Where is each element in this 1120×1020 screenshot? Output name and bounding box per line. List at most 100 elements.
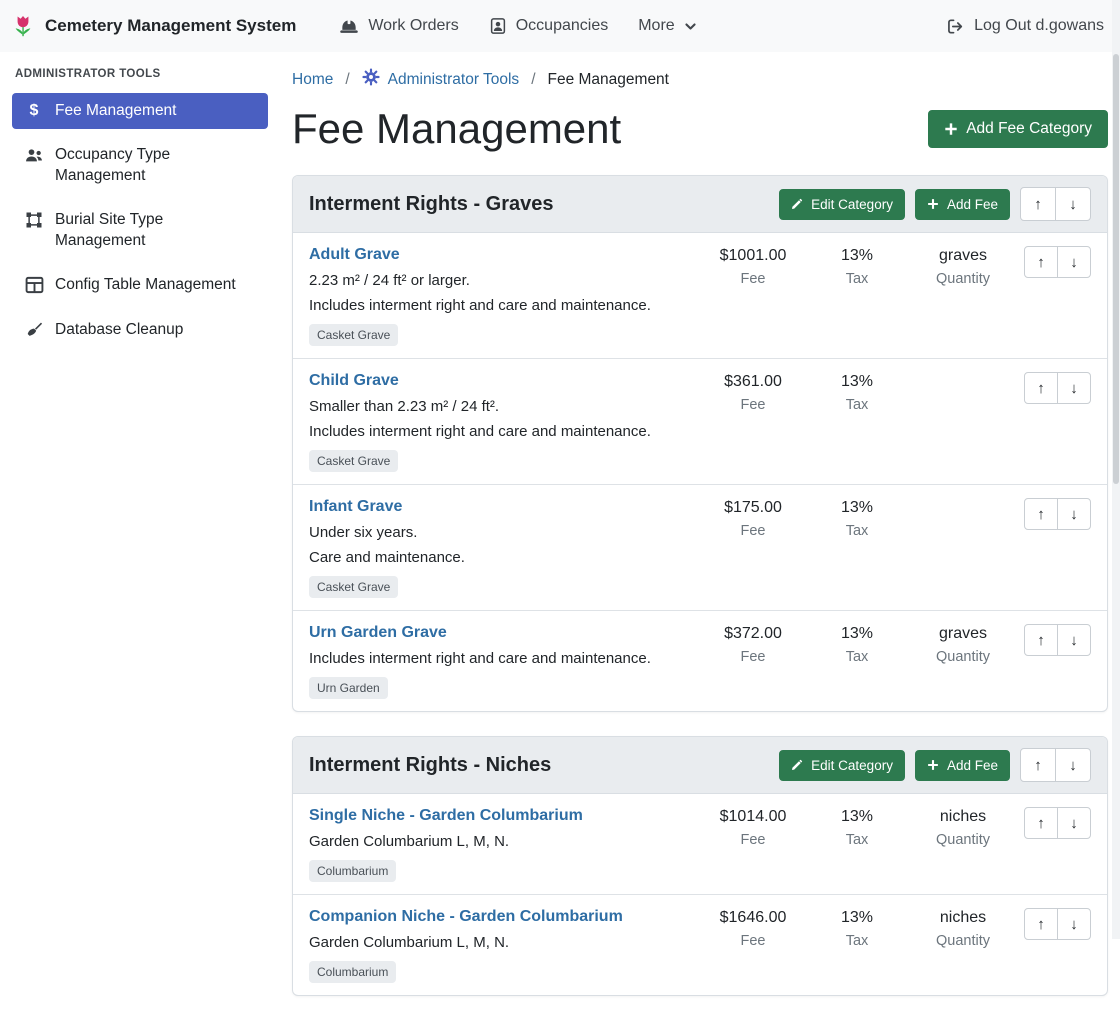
fee-type-badge: Casket Grave bbox=[309, 576, 398, 598]
fee-name-link[interactable]: Companion Niche - Garden Columbarium bbox=[309, 908, 623, 926]
move-category-up-button[interactable]: ↑ bbox=[1020, 748, 1056, 782]
move-fee-down-button[interactable]: ↓ bbox=[1057, 908, 1091, 940]
category-actions: Edit Category Add Fee ↑ ↓ bbox=[779, 187, 1091, 221]
fee-category-card: Interment Rights - Niches Edit Category … bbox=[292, 736, 1108, 996]
fee-amount-column: $1014.00 Fee bbox=[699, 807, 807, 848]
add-fee-button[interactable]: Add Fee bbox=[915, 750, 1010, 781]
arrow-up-icon: ↑ bbox=[1037, 254, 1045, 271]
category-header: Interment Rights - Graves Edit Category … bbox=[293, 176, 1107, 233]
arrow-down-icon: ↓ bbox=[1070, 506, 1078, 523]
add-fee-category-button[interactable]: Add Fee Category bbox=[928, 110, 1108, 148]
fee-description: Includes interment right and care and ma… bbox=[309, 650, 691, 667]
add-fee-label: Add Fee bbox=[947, 197, 998, 212]
move-category-down-button[interactable]: ↓ bbox=[1055, 187, 1091, 221]
edit-category-label: Edit Category bbox=[811, 197, 893, 212]
move-fee-up-button[interactable]: ↑ bbox=[1024, 908, 1058, 940]
edit-category-button[interactable]: Edit Category bbox=[779, 750, 905, 781]
fee-name-link[interactable]: Urn Garden Grave bbox=[309, 624, 447, 642]
breadcrumb-admin-tools-link[interactable]: Administrator Tools bbox=[362, 68, 520, 91]
fee-tax: 13% bbox=[807, 808, 907, 826]
fee-amount: $175.00 bbox=[699, 499, 807, 517]
fee-amount-column: $175.00 Fee bbox=[699, 498, 807, 539]
fee-name-link[interactable]: Single Niche - Garden Columbarium bbox=[309, 807, 583, 825]
fee-quantity-column: graves Quantity bbox=[907, 246, 1019, 287]
arrow-up-icon: ↑ bbox=[1037, 916, 1045, 933]
fee-amount-column: $1646.00 Fee bbox=[699, 908, 807, 949]
move-fee-up-button[interactable]: ↑ bbox=[1024, 624, 1058, 656]
logout-link[interactable]: Log Out d.gowans bbox=[946, 17, 1104, 35]
fee-tax: 13% bbox=[807, 909, 907, 927]
arrow-down-icon: ↓ bbox=[1069, 196, 1077, 213]
move-fee-up-button[interactable]: ↑ bbox=[1024, 246, 1058, 278]
arrow-down-icon: ↓ bbox=[1070, 815, 1078, 832]
sidebar-item-burial-site-type[interactable]: Burial Site Type Management bbox=[12, 202, 268, 259]
nav-work-orders-label: Work Orders bbox=[368, 17, 458, 35]
page-layout: ADMINISTRATOR TOOLS $ Fee Management Occ… bbox=[0, 52, 1120, 1020]
app-brand[interactable]: Cemetery Management System bbox=[10, 13, 296, 39]
gear-icon bbox=[362, 68, 380, 91]
sidebar-item-label: Database Cleanup bbox=[55, 320, 247, 340]
nav-occupancies[interactable]: Occupancies bbox=[489, 17, 609, 35]
scrollbar-thumb[interactable] bbox=[1113, 54, 1119, 484]
person-frame-icon bbox=[489, 17, 507, 35]
fee-name-link[interactable]: Adult Grave bbox=[309, 246, 400, 264]
fee-name-link[interactable]: Child Grave bbox=[309, 372, 399, 390]
fee-tax: 13% bbox=[807, 373, 907, 391]
fee-row: Companion Niche - Garden Columbarium Gar… bbox=[293, 895, 1107, 995]
sidebar-item-config-table[interactable]: Config Table Management bbox=[12, 267, 268, 303]
move-category-up-button[interactable]: ↑ bbox=[1020, 187, 1056, 221]
fee-tax-column: 13% Tax bbox=[807, 624, 907, 665]
sidebar-item-label: Burial Site Type Management bbox=[55, 210, 247, 251]
broom-icon bbox=[24, 320, 44, 339]
breadcrumb-separator: / bbox=[531, 71, 535, 89]
move-fee-down-button[interactable]: ↓ bbox=[1057, 372, 1091, 404]
sidebar-item-database-cleanup[interactable]: Database Cleanup bbox=[12, 312, 268, 348]
move-fee-down-button[interactable]: ↓ bbox=[1057, 246, 1091, 278]
edit-category-button[interactable]: Edit Category bbox=[779, 189, 905, 220]
move-fee-down-button[interactable]: ↓ bbox=[1057, 624, 1091, 656]
fee-type-badge: Casket Grave bbox=[309, 450, 398, 472]
arrow-up-icon: ↑ bbox=[1034, 196, 1042, 213]
move-fee-down-button[interactable]: ↓ bbox=[1057, 498, 1091, 530]
fee-reorder-group: ↑ ↓ bbox=[1019, 624, 1091, 656]
nav-more[interactable]: More bbox=[638, 17, 696, 35]
fee-name-link[interactable]: Infant Grave bbox=[309, 498, 402, 516]
fee-type-badge: Columbarium bbox=[309, 961, 396, 983]
fee-quantity-column bbox=[907, 372, 1019, 373]
fee-reorder-group: ↑ ↓ bbox=[1019, 246, 1091, 278]
arrow-down-icon: ↓ bbox=[1070, 632, 1078, 649]
breadcrumb-home-link[interactable]: Home bbox=[292, 71, 333, 89]
arrow-up-icon: ↑ bbox=[1034, 757, 1042, 774]
fee-description: Garden Columbarium L, M, N. bbox=[309, 934, 691, 951]
add-fee-button[interactable]: Add Fee bbox=[915, 189, 1010, 220]
fee-description: 2.23 m² / 24 ft² or larger. bbox=[309, 272, 691, 289]
add-fee-category-label: Add Fee Category bbox=[966, 120, 1092, 138]
breadcrumb-admin-tools-label: Administrator Tools bbox=[388, 71, 520, 89]
plus-icon bbox=[927, 759, 939, 771]
top-navbar: Cemetery Management System Work Orders bbox=[0, 0, 1120, 52]
fee-quantity-label: Quantity bbox=[907, 649, 1019, 665]
move-fee-up-button[interactable]: ↑ bbox=[1024, 498, 1058, 530]
fee-amount-label: Fee bbox=[699, 397, 807, 413]
move-category-down-button[interactable]: ↓ bbox=[1055, 748, 1091, 782]
fee-tax-label: Tax bbox=[807, 271, 907, 287]
sidebar-item-label: Fee Management bbox=[55, 101, 247, 121]
page-scrollbar[interactable] bbox=[1112, 0, 1120, 939]
fee-category-card: Interment Rights - Graves Edit Category … bbox=[292, 175, 1108, 712]
move-fee-up-button[interactable]: ↑ bbox=[1024, 372, 1058, 404]
sidebar-item-fee-management[interactable]: $ Fee Management bbox=[12, 93, 268, 129]
category-header: Interment Rights - Niches Edit Category … bbox=[293, 737, 1107, 794]
nav-work-orders[interactable]: Work Orders bbox=[339, 17, 458, 35]
fee-info: Urn Garden Grave Includes interment righ… bbox=[309, 624, 699, 699]
fee-description: Care and maintenance. bbox=[309, 549, 691, 566]
fee-tax-label: Tax bbox=[807, 397, 907, 413]
fee-info: Companion Niche - Garden Columbarium Gar… bbox=[309, 908, 699, 983]
move-fee-down-button[interactable]: ↓ bbox=[1057, 807, 1091, 839]
pencil-icon bbox=[791, 198, 803, 210]
move-fee-up-button[interactable]: ↑ bbox=[1024, 807, 1058, 839]
title-row: Fee Management Add Fee Category bbox=[292, 105, 1108, 153]
dollar-icon: $ bbox=[24, 101, 44, 120]
sidebar-item-occupancy-type[interactable]: Occupancy Type Management bbox=[12, 137, 268, 194]
fee-info: Adult Grave 2.23 m² / 24 ft² or larger. … bbox=[309, 246, 699, 346]
fee-row: Adult Grave 2.23 m² / 24 ft² or larger. … bbox=[293, 233, 1107, 359]
